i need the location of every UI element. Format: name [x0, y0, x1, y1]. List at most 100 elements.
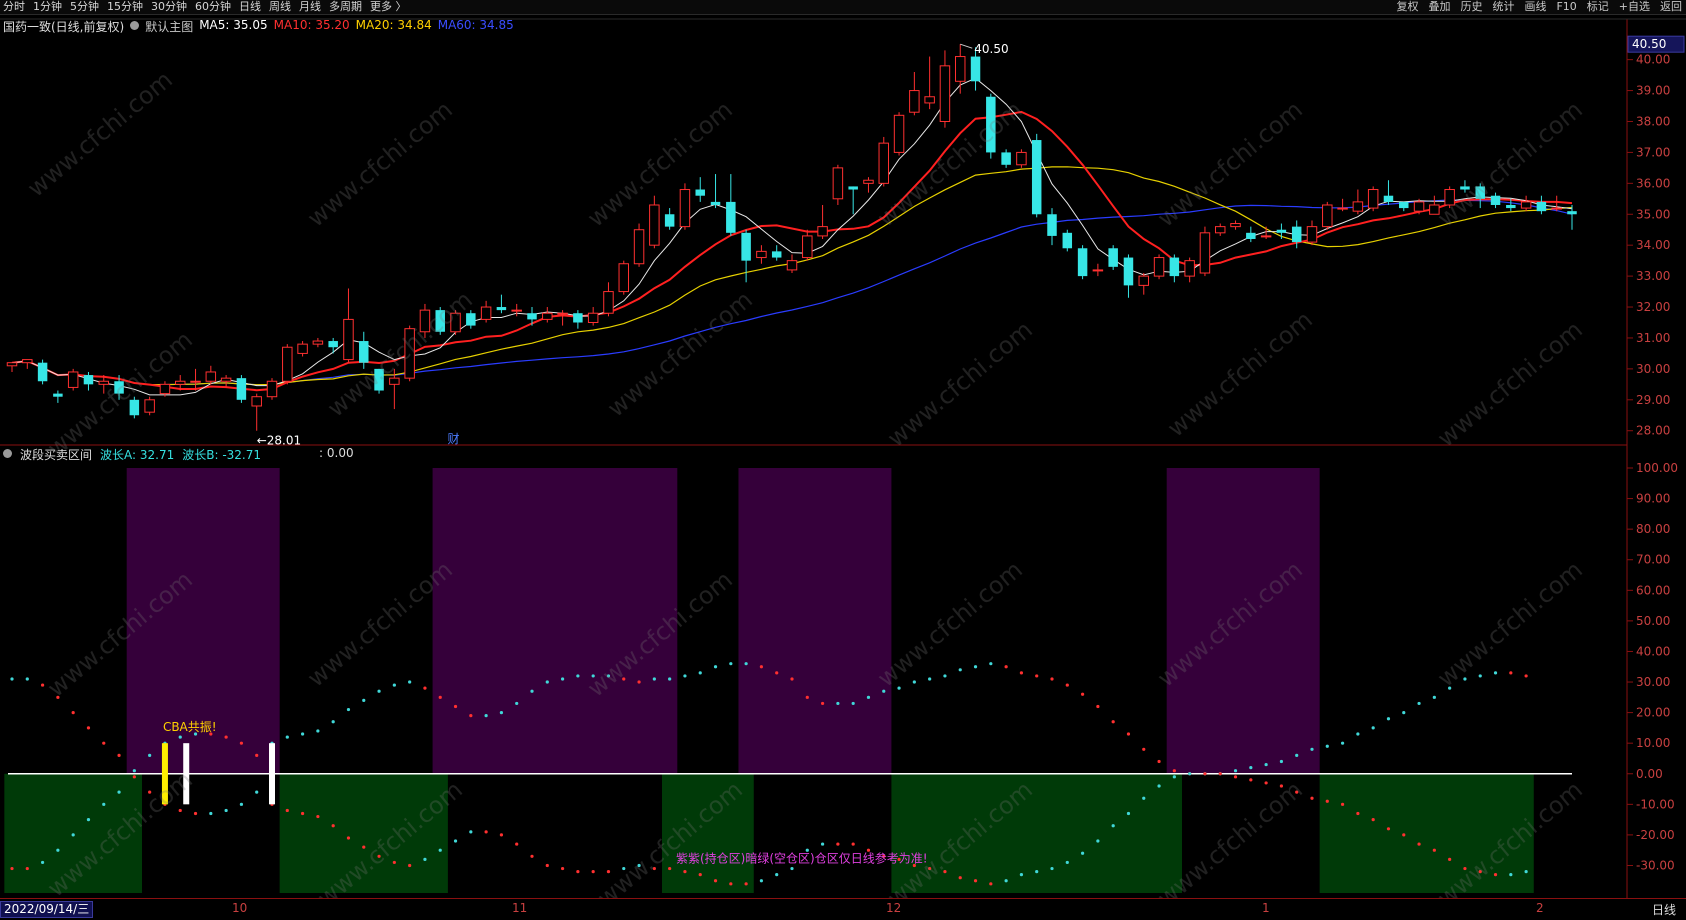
indicator-mirror-dot [1417, 701, 1421, 706]
indicator-dot [775, 671, 779, 675]
indicator-dot [117, 753, 121, 758]
indicator-dot [1340, 802, 1345, 806]
candle-body [1031, 140, 1042, 215]
indicator-dot [239, 802, 244, 806]
indicator-mirror-dot [836, 842, 840, 846]
indicator-tick-label: 70.00 [1636, 553, 1670, 567]
candle-body [1260, 235, 1272, 238]
candle-body [6, 362, 18, 367]
candle-body [83, 375, 94, 385]
indicator-mirror-dot [285, 808, 289, 813]
month-tick-1: 1 [1262, 901, 1270, 915]
indicator-dot [499, 711, 504, 715]
indicator-mirror-dot [1371, 726, 1375, 730]
indicator-mirror-dot [117, 790, 121, 794]
indicator-mirror-dot [1279, 759, 1284, 764]
indicator-mirror-dot [958, 876, 962, 880]
indicator-mirror-dot [40, 860, 45, 865]
current-price-tag-text: 40.50 [1632, 37, 1666, 51]
ma10-line [11, 110, 1573, 392]
month-tick-2: 2 [1536, 901, 1544, 915]
indicator-dot [1386, 827, 1391, 831]
indicator-mirror-dot [943, 869, 947, 874]
indicator-mirror-dot [713, 879, 718, 883]
indicator-dot [71, 711, 75, 715]
indicator-mirror-dot [1004, 879, 1008, 883]
indicator-mirror-dot [668, 866, 672, 871]
candle-body [1246, 232, 1256, 239]
candle-body [511, 309, 522, 312]
candle-body [1506, 204, 1516, 209]
indicator-dot [973, 665, 978, 669]
indicator-dot [392, 683, 396, 687]
candle-body [435, 310, 445, 332]
price-tick-label: 28.00 [1636, 424, 1670, 438]
month-tick-12: 12 [886, 901, 902, 915]
indicator-dot [40, 683, 45, 687]
indicator-dot [255, 790, 259, 794]
indicator-dot [1249, 778, 1253, 782]
price-tick-label: 36.00 [1636, 176, 1670, 190]
indicator-dot [1417, 842, 1421, 846]
indicator-dot [408, 680, 412, 684]
indicator-mirror-dot [1080, 851, 1085, 855]
candle-body [909, 90, 920, 113]
candle-body [1214, 226, 1226, 234]
indicator-mirror-dot [622, 866, 626, 871]
indicator-mirror-dot [1203, 772, 1207, 776]
candle-body [144, 399, 155, 413]
candle-body [954, 56, 966, 82]
indicator-mirror-dot [1295, 753, 1299, 758]
indicator-mirror-dot [576, 869, 580, 874]
candle-body [695, 189, 705, 196]
candle-body [618, 263, 630, 293]
indicator-mirror-dot [1432, 695, 1436, 699]
indicator-mirror-dot [1264, 762, 1268, 767]
resonance-label: CBA共振! [163, 720, 217, 734]
indicator-dot [515, 701, 519, 706]
indicator-mirror-dot [1448, 686, 1452, 690]
indicator-mirror-dot [1386, 717, 1391, 721]
indicator-mirror-dot [1356, 732, 1360, 736]
candle-body [832, 167, 844, 200]
candle-body [603, 291, 614, 314]
indicator-tick-label: 40.00 [1636, 644, 1670, 658]
chart-area[interactable]: CBA共振! 紫紫(持仓区)暗绿(空仓区)仓区仅日线参考为准! 40.00 39.0… [0, 0, 1686, 919]
indicator-dot [1080, 692, 1085, 696]
candle-body [1123, 257, 1134, 286]
candle-body [1169, 257, 1180, 277]
indicator-mirror-dot [1065, 860, 1069, 865]
indicator-dot [1295, 790, 1299, 794]
indicator-dot [102, 741, 106, 745]
indicator-mirror-dot [1463, 677, 1467, 681]
indicator-mirror-dot [56, 848, 60, 852]
indicator-mirror-dot [973, 879, 978, 883]
candle-body [1352, 201, 1364, 212]
indicator-mirror-dot [86, 818, 91, 822]
period-label: 日线 [1651, 903, 1676, 917]
indicator-dot [362, 698, 366, 702]
ma5-line [11, 77, 1573, 396]
indicator-mirror-dot [316, 814, 320, 819]
indicator-mirror-dot [606, 869, 611, 874]
empty-zone [662, 773, 754, 893]
indicator-mirror-dot [545, 863, 549, 868]
indicator-mirror-dot [1402, 711, 1406, 715]
indicator-mirror-dot [1035, 869, 1039, 874]
indicator-mirror-dot [652, 866, 656, 871]
indicator-dot [637, 680, 641, 684]
indicator-tick-label: 50.00 [1636, 614, 1670, 628]
indicator-dot [10, 677, 14, 681]
price-tick-label: 30.00 [1636, 362, 1670, 376]
candle-body [893, 114, 905, 153]
candle-body [986, 96, 996, 153]
indicator-dot [912, 680, 916, 684]
candle-body [863, 179, 874, 184]
indicator-dot [591, 674, 595, 678]
indicator-mirror-dot [1524, 674, 1528, 678]
indicator-dot [744, 662, 748, 666]
candle-body [205, 371, 217, 382]
indicator-dot [1402, 833, 1406, 837]
indicator-mirror-dot [132, 769, 136, 773]
indicator-dot [1310, 796, 1314, 800]
